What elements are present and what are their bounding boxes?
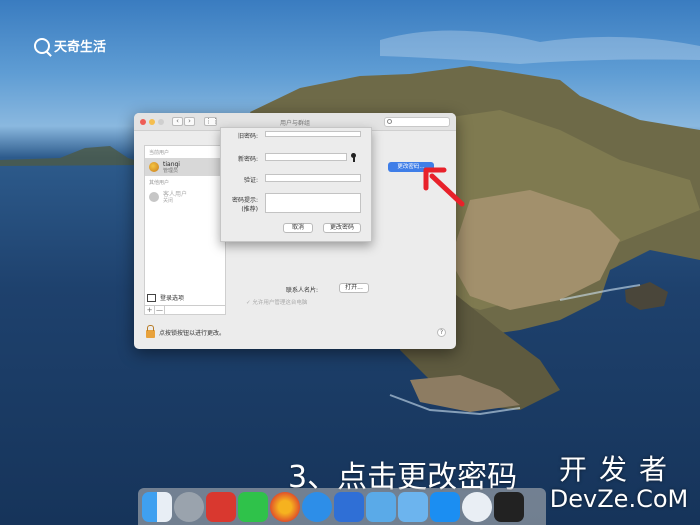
- password-hint-sublabel: (推荐): [241, 206, 258, 213]
- sidebar-user-tianqi[interactable]: tianqi 管理员: [145, 158, 225, 176]
- contacts-card-label: 联系人名片:: [286, 287, 319, 294]
- red-arrow-annotation: [423, 167, 465, 207]
- dock: [138, 488, 546, 525]
- login-options-item[interactable]: 登录选项: [147, 293, 184, 302]
- user-avatar: [149, 162, 159, 172]
- add-user-button[interactable]: +: [145, 306, 155, 314]
- folder-icon[interactable]: [398, 491, 428, 522]
- lock-text: 点按锁按钮以进行更改。: [159, 330, 226, 337]
- xcode-icon[interactable]: [334, 491, 364, 522]
- terminal-icon[interactable]: [494, 491, 524, 522]
- upload-icon[interactable]: [462, 491, 492, 522]
- password-hint-field[interactable]: [265, 193, 361, 213]
- app-store-icon[interactable]: [430, 491, 460, 522]
- sidebar-controls: + —: [145, 305, 225, 314]
- change-password-sheet: 旧密码: 新密码: 验证: 密码提示: (推荐) 取消 更改密码: [220, 127, 372, 242]
- open-contact-button[interactable]: 打开...: [339, 283, 369, 293]
- new-password-label: 新密码:: [237, 156, 258, 163]
- folder-icon[interactable]: [366, 491, 396, 522]
- old-password-field[interactable]: [265, 131, 361, 137]
- user-role: 管理员: [163, 167, 179, 174]
- allow-admin-checkbox[interactable]: ✓ 允许用户管理这台电脑: [246, 298, 307, 306]
- confirm-change-password-button[interactable]: 更改密码: [323, 223, 361, 233]
- user-role: 关闭: [163, 197, 174, 204]
- user-name: 客人用户: [163, 190, 188, 198]
- house-icon: [147, 293, 156, 302]
- lock-icon[interactable]: [146, 325, 155, 338]
- password-hint-label: 密码提示:: [231, 197, 258, 204]
- cancel-button[interactable]: 取消: [283, 223, 313, 233]
- app-g-icon[interactable]: [206, 491, 236, 522]
- guest-avatar-icon: [149, 192, 159, 202]
- search-icon: [387, 119, 392, 124]
- old-password-label: 旧密码:: [237, 133, 258, 140]
- verify-label: 验证:: [243, 177, 258, 184]
- search-input[interactable]: [384, 117, 450, 127]
- site-watermark: 开发者 DevZe.CoM: [544, 453, 694, 513]
- sidebar-section-current: 当前用户: [149, 150, 170, 156]
- help-button[interactable]: ?: [437, 328, 446, 337]
- watermark-en: DevZe.CoM: [549, 485, 689, 513]
- safari-icon[interactable]: [302, 491, 332, 522]
- verify-password-field[interactable]: [265, 174, 361, 182]
- user-name: tianqi: [163, 160, 180, 168]
- finder-icon[interactable]: [142, 491, 172, 522]
- login-options-label: 登录选项: [160, 295, 185, 302]
- key-icon[interactable]: [351, 153, 356, 162]
- brand-logo-icon: [34, 37, 50, 54]
- sidebar-section-other: 其他用户: [149, 180, 170, 186]
- wechat-icon[interactable]: [238, 491, 268, 522]
- firefox-icon[interactable]: [270, 491, 300, 522]
- brand-text: 天奇生活: [54, 40, 107, 55]
- brand-watermark: 天奇生活: [34, 36, 106, 55]
- watermark-cn: 开发者: [558, 453, 679, 486]
- new-password-field[interactable]: [265, 153, 347, 161]
- user-sidebar: 当前用户 tianqi 管理员 其他用户 客人用户 关闭 登录选项 + —: [144, 145, 226, 315]
- lock-row[interactable]: 点按锁按钮以进行更改。: [146, 325, 226, 338]
- sidebar-user-guest[interactable]: 客人用户 关闭: [145, 188, 225, 206]
- remove-user-button[interactable]: —: [155, 306, 165, 314]
- launchpad-icon[interactable]: [174, 491, 204, 522]
